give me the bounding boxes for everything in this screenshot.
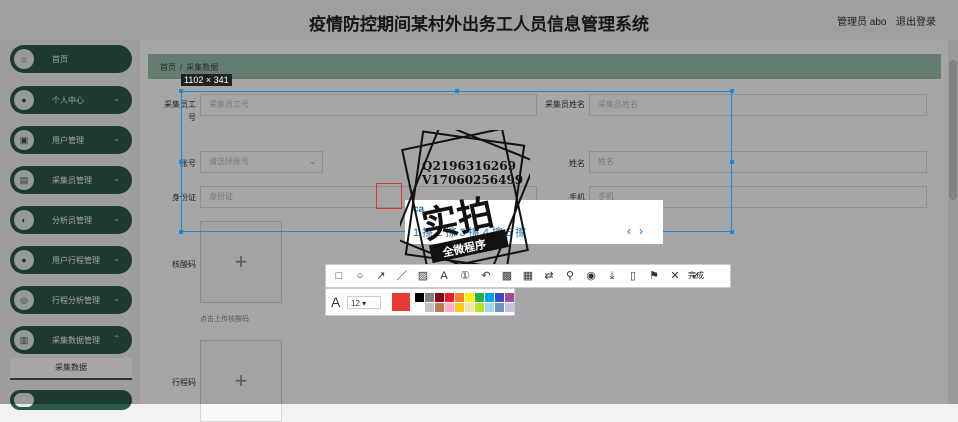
color-swatch[interactable] [415, 293, 424, 302]
font-icon: A [331, 294, 341, 310]
color-swatch[interactable] [475, 303, 484, 312]
resize-handle[interactable] [179, 89, 183, 93]
color-swatch[interactable] [455, 303, 464, 312]
resize-handle[interactable] [179, 160, 183, 164]
text-tool-icon[interactable]: A [436, 268, 452, 284]
color-swatch[interactable] [415, 303, 424, 312]
color-swatch[interactable] [485, 293, 494, 302]
mosaic-icon[interactable]: ▩ [499, 268, 515, 284]
capture-toolbar: □ ○ ↗ ／ ▨ A ① ↶ ▩ ▦ ⇄ ⚲ ◉ ⤓ ▯ ⚑ ✕ ✓ [325, 264, 731, 288]
stamp-line1: Q2196316269 [422, 159, 516, 173]
color-swatch[interactable] [495, 293, 504, 302]
watermark-stamp: Q2196316269 V17060256499 实拍 全微程序 [400, 130, 530, 270]
current-color-swatch[interactable] [392, 293, 410, 311]
ellipse-tool-icon[interactable]: ○ [352, 268, 368, 284]
close-icon[interactable]: ✕ [667, 268, 683, 284]
stamp-line2: V17060256499 [421, 173, 523, 187]
color-swatch[interactable] [425, 303, 434, 312]
pin-icon[interactable]: ⚲ [562, 268, 578, 284]
color-swatch[interactable] [505, 293, 514, 302]
undo-icon[interactable]: ↶ [478, 268, 494, 284]
resize-handle[interactable] [179, 230, 183, 234]
done-button[interactable]: 完成 [688, 264, 704, 288]
resize-handle[interactable] [730, 230, 734, 234]
color-swatch[interactable] [455, 293, 464, 302]
phone-icon[interactable]: ▯ [625, 268, 641, 284]
color-swatch[interactable] [475, 293, 484, 302]
color-swatch[interactable] [465, 293, 474, 302]
translate-icon[interactable]: ⇄ [541, 268, 557, 284]
ocr-icon[interactable]: ▦ [520, 268, 536, 284]
pen-tool-icon[interactable]: ／ [394, 268, 410, 284]
capture-size-tag: 1102 × 341 [181, 74, 232, 86]
color-swatch[interactable] [465, 303, 474, 312]
color-swatch[interactable] [445, 303, 454, 312]
record-icon[interactable]: ◉ [583, 268, 599, 284]
color-swatch[interactable] [425, 293, 434, 302]
download-icon[interactable]: ⤓ [604, 268, 620, 284]
color-swatch[interactable] [435, 293, 444, 302]
text-cursor-box [376, 183, 402, 209]
bookmark-icon[interactable]: ⚑ [646, 268, 662, 284]
number-tool-icon[interactable]: ① [457, 268, 473, 284]
color-swatch[interactable] [495, 303, 504, 312]
next-icon[interactable]: › [639, 224, 643, 238]
rectangle-tool-icon[interactable]: □ [331, 268, 347, 284]
arrow-tool-icon[interactable]: ↗ [373, 268, 389, 284]
resize-handle[interactable] [730, 89, 734, 93]
color-swatch[interactable] [435, 303, 444, 312]
color-swatch[interactable] [485, 303, 494, 312]
font-size-select[interactable]: 12 ▾ [347, 296, 381, 309]
color-swatch[interactable] [505, 303, 514, 312]
resize-handle[interactable] [730, 160, 734, 164]
resize-handle[interactable] [455, 89, 459, 93]
marker-tool-icon[interactable]: ▨ [415, 268, 431, 284]
prev-icon[interactable]: ‹ [627, 224, 631, 238]
color-swatch[interactable] [445, 293, 454, 302]
